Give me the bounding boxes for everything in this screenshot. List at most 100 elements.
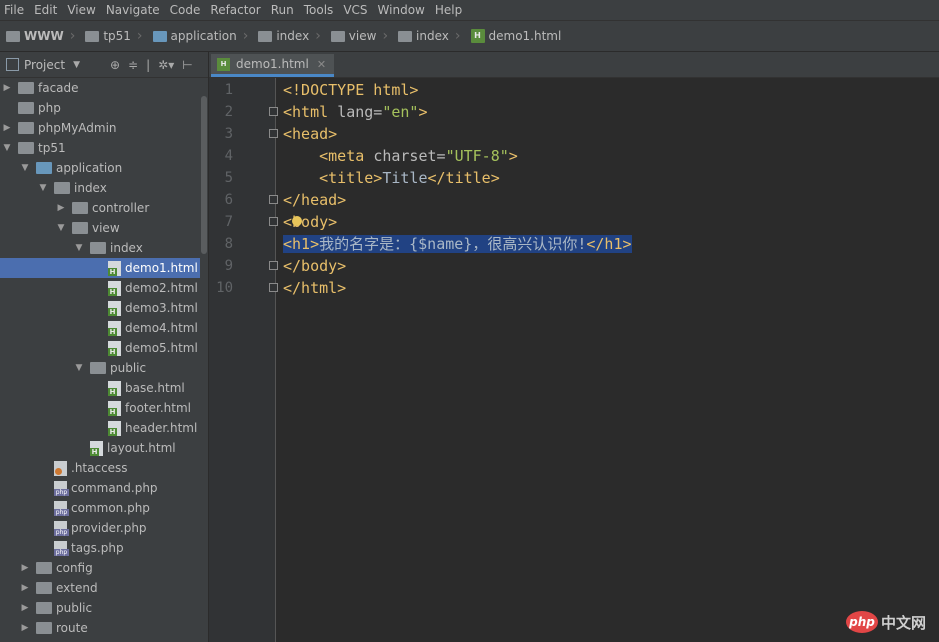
breadcrumb-item[interactable]: view › [330, 28, 392, 44]
code-line[interactable]: <h1>我的名字是：{$name}，很高兴认识你!</h1> [283, 233, 632, 255]
tree-item-label: public [110, 361, 147, 375]
expanded-arrow-icon[interactable]: ▼ [74, 243, 84, 253]
project-panel-title[interactable]: Project [24, 58, 65, 72]
expanded-arrow-icon[interactable]: ▼ [74, 363, 84, 373]
expanded-arrow-icon[interactable]: ▼ [20, 163, 30, 173]
expanded-arrow-icon[interactable]: ▼ [2, 143, 12, 153]
breadcrumb-separator-icon: › [242, 28, 249, 44]
collapsed-arrow-icon[interactable]: ▶ [20, 603, 30, 613]
collapsed-arrow-icon[interactable]: ▶ [2, 83, 12, 93]
tree-item[interactable]: command.php [0, 478, 200, 498]
tree-item[interactable]: ▶ config [0, 558, 200, 578]
tree-item[interactable]: ▶ phpMyAdmin [0, 118, 200, 138]
tree-item[interactable]: base.html [0, 378, 200, 398]
code-token: <meta [319, 147, 374, 165]
tree-item[interactable]: ▶ extend [0, 578, 200, 598]
html-file-icon [108, 340, 121, 356]
menu-view[interactable]: View [63, 0, 101, 20]
tree-scrollbar-thumb[interactable] [201, 96, 207, 254]
tree-item[interactable]: tags.php [0, 538, 200, 558]
code-token: </body> [283, 257, 347, 275]
breadcrumb-label: index [416, 29, 449, 43]
tree-item[interactable]: demo5.html [0, 338, 200, 358]
collapsed-arrow-icon[interactable]: ▶ [56, 203, 66, 213]
tree-item[interactable]: .htaccess [0, 458, 200, 478]
breadcrumb-item[interactable]: tp51 › [85, 28, 146, 44]
tree-item[interactable]: provider.php [0, 518, 200, 538]
fold-marker-icon[interactable] [269, 129, 278, 138]
tree-item[interactable]: ▶ public [0, 598, 200, 618]
breadcrumb-item[interactable]: WWW › [6, 28, 79, 44]
tree-item[interactable]: demo2.html [0, 278, 200, 298]
close-icon[interactable]: ✕ [317, 58, 326, 71]
hide-panel-icon[interactable]: ⊢ [182, 58, 192, 72]
tree-item[interactable]: footer.html [0, 398, 200, 418]
code-line[interactable]: <meta charset="UTF-8"> [283, 145, 518, 167]
code-line[interactable]: </body> [283, 255, 346, 277]
tree-item[interactable]: ▼ index [0, 178, 200, 198]
tree-item[interactable]: demo3.html [0, 298, 200, 318]
menu-window[interactable]: Window [374, 0, 431, 20]
code-token: </head> [283, 191, 347, 209]
tree-item[interactable]: layout.html [0, 438, 200, 458]
menu-navigate[interactable]: Navigate [102, 0, 166, 20]
fold-marker-icon[interactable] [269, 283, 278, 292]
sync-icon[interactable]: ⊕ [110, 58, 120, 72]
tree-item[interactable]: ▶ route [0, 618, 200, 638]
gear-icon[interactable]: ✲▾ [158, 58, 174, 72]
folder-icon [90, 242, 106, 254]
breadcrumb-item[interactable]: Hdemo1.html [470, 29, 562, 43]
collapse-icon[interactable]: ≑ [128, 58, 138, 72]
code-line[interactable]: <title>Title</title> [283, 167, 500, 189]
menu-file[interactable]: File [0, 0, 30, 20]
code-editor[interactable]: 1 2 3 4 5 6 7 8 9 10 <!DOCTYPE html> <html lang="e… [209, 78, 939, 642]
tree-item[interactable]: ▼ application [0, 158, 200, 178]
menu-code[interactable]: Code [166, 0, 207, 20]
menu-refactor[interactable]: Refactor [206, 0, 266, 20]
tree-item[interactable]: ▼ view [0, 218, 200, 238]
tree-item[interactable]: ▼ index [0, 238, 200, 258]
tree-item[interactable]: demo1.html [0, 258, 200, 278]
collapsed-arrow-icon[interactable]: ▶ [20, 583, 30, 593]
breadcrumb-label: demo1.html [488, 29, 562, 43]
menu-edit[interactable]: Edit [30, 0, 63, 20]
fold-marker-icon[interactable] [269, 217, 278, 226]
tree-item[interactable]: php [0, 98, 200, 118]
code-line[interactable]: <html lang="en"> [283, 101, 428, 123]
tree-item-label: config [56, 561, 93, 575]
php-file-icon [54, 520, 69, 536]
tree-item[interactable]: common.php [0, 498, 200, 518]
collapsed-arrow-icon[interactable]: ▶ [20, 563, 30, 573]
code-line[interactable]: <head> [283, 123, 337, 145]
tree-item[interactable]: header.html [0, 418, 200, 438]
code-line[interactable]: <!DOCTYPE html> [283, 79, 418, 101]
collapsed-arrow-icon[interactable]: ▶ [2, 123, 12, 133]
menu-run[interactable]: Run [267, 0, 300, 20]
tree-item[interactable]: ▶ controller [0, 198, 200, 218]
tree-item[interactable]: demo4.html [0, 318, 200, 338]
fold-marker-icon[interactable] [269, 107, 278, 116]
menu-tools[interactable]: Tools [300, 0, 340, 20]
fold-marker-icon[interactable] [269, 195, 278, 204]
expanded-arrow-icon[interactable]: ▼ [56, 223, 66, 233]
menu-bar: File Edit View Navigate Code Refactor Run Tools… [0, 0, 939, 21]
menu-vcs[interactable]: VCS [339, 0, 373, 20]
breadcrumb-item[interactable]: application › [152, 28, 253, 44]
chevron-down-icon[interactable]: ▼ [73, 60, 80, 70]
fold-marker-icon[interactable] [269, 261, 278, 270]
code-line[interactable]: </html> [283, 277, 346, 299]
lightbulb-icon[interactable] [292, 216, 302, 226]
code-line[interactable]: </head> [283, 189, 346, 211]
html-file-icon [90, 440, 103, 456]
tree-item[interactable]: ▼ public [0, 358, 200, 378]
menu-help[interactable]: Help [431, 0, 468, 20]
tree-item[interactable]: ▶ facade [0, 78, 200, 98]
tree-item-label: tags.php [71, 541, 124, 555]
breadcrumb-item[interactable]: index › [258, 28, 324, 44]
collapsed-arrow-icon[interactable]: ▶ [20, 623, 30, 633]
breadcrumb-item[interactable]: index › [398, 28, 464, 44]
expanded-arrow-icon[interactable]: ▼ [38, 183, 48, 193]
tree-item[interactable]: ▼ tp51 [0, 138, 200, 158]
tab-demo1-html[interactable]: H demo1.html ✕ [211, 54, 335, 77]
tree-item-label: view [92, 221, 120, 235]
